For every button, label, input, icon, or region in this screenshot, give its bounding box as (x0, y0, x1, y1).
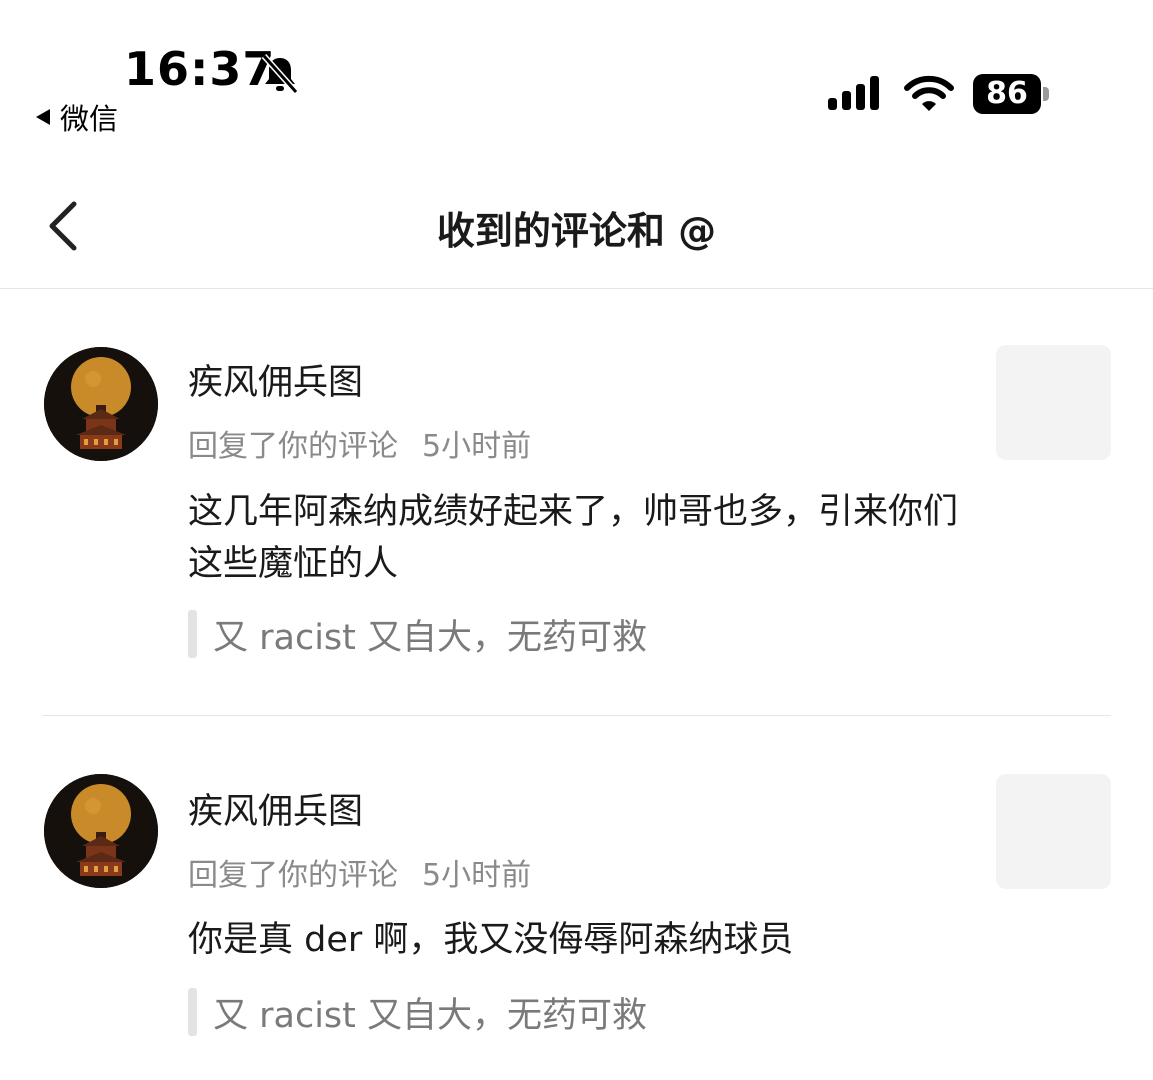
status-time: 16:37 (124, 42, 276, 96)
battery-level: 86 (973, 74, 1041, 114)
avatar-moon-image (44, 774, 158, 888)
thumbnail[interactable] (996, 345, 1111, 460)
timestamp: 5小时前 (422, 858, 532, 893)
action-text: 回复了你的评论 (188, 858, 398, 893)
wifi-icon (904, 75, 954, 111)
avatar[interactable] (44, 774, 158, 888)
username[interactable]: 疾风佣兵图 (188, 354, 363, 405)
avatar[interactable] (44, 347, 158, 461)
item-meta: 回复了你的评论 5小时前 (188, 421, 531, 465)
thumbnail[interactable] (996, 774, 1111, 889)
back-to-wechat[interactable]: 微信 (36, 96, 118, 138)
status-bar: 16:37 微信 86 (0, 0, 1153, 140)
quoted-comment[interactable]: 又 racist 又自大，无药可救 (188, 988, 647, 1036)
quote-bar (188, 610, 197, 658)
item-meta: 回复了你的评论 5小时前 (188, 850, 531, 894)
page-title: 收到的评论和 @ (436, 209, 717, 253)
quoted-comment[interactable]: 又 racist 又自大，无药可救 (188, 610, 647, 658)
battery-icon: 86 (973, 74, 1053, 114)
quote-text: 又 racist 又自大，无药可救 (213, 995, 648, 1036)
comment-text[interactable]: 这几年阿森纳成绩好起来了，帅哥也多，引来你们这些魔怔的人 (188, 486, 958, 590)
username[interactable]: 疾风佣兵图 (188, 783, 363, 834)
timestamp: 5小时前 (422, 429, 532, 464)
quote-bar (188, 988, 197, 1036)
bell-muted-icon (261, 54, 299, 94)
comment-text[interactable]: 你是真 der 啊，我又没侮辱阿森纳球员 (188, 914, 958, 966)
divider (42, 715, 1111, 716)
avatar-moon-image (44, 347, 158, 461)
back-app-label: 微信 (60, 102, 119, 136)
nav-bar: 收到的评论和 @ (0, 160, 1153, 289)
action-text: 回复了你的评论 (188, 429, 398, 464)
battery-cap (1043, 87, 1049, 101)
signal-icon (828, 76, 879, 110)
quote-text: 又 racist 又自大，无药可救 (213, 617, 648, 658)
back-triangle-icon (36, 109, 50, 125)
